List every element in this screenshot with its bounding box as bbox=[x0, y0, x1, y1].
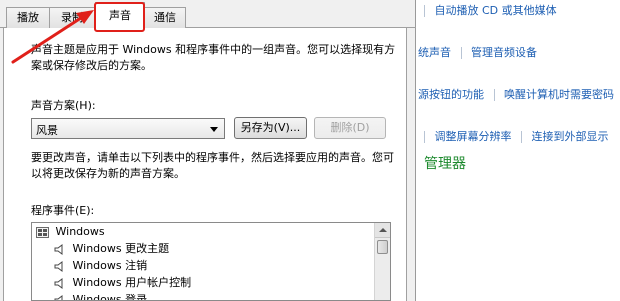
sound-dialog: 播放 录制 声音 通信 声音主题是应用于 Windows 和程序事件中的一组声音… bbox=[0, 0, 416, 301]
autoplay-link[interactable]: 自动播放 CD 或其他媒体 bbox=[435, 4, 557, 17]
list-item-label: Windows 注销 bbox=[72, 259, 148, 272]
sound-scheme-dropdown[interactable]: 风景 bbox=[31, 118, 225, 139]
scroll-up-icon[interactable] bbox=[375, 223, 390, 238]
separator bbox=[424, 5, 425, 17]
bg-line-sound: 统声音 管理音频设备 bbox=[418, 44, 537, 60]
bg-line-display: 调整屏幕分辨率 连接到外部显示 bbox=[418, 128, 609, 144]
tab-communications[interactable]: 通信 bbox=[144, 7, 186, 28]
list-scrollbar[interactable] bbox=[374, 223, 390, 300]
scheme-label: 声音方案(H): bbox=[31, 99, 96, 112]
annotation-arrow-icon bbox=[11, 10, 94, 64]
delete-button[interactable]: 删除(D) bbox=[314, 117, 386, 139]
screen-resolution-link[interactable]: 调整屏幕分辨率 bbox=[435, 130, 512, 143]
change-text-line2: 以将更改保存为新的声音方案。 bbox=[31, 167, 185, 180]
program-events-label: 程序事件(E): bbox=[31, 204, 95, 217]
speaker-icon bbox=[54, 243, 63, 255]
bg-line-power: 源按钮的功能 唤醒计算机时需要密码 bbox=[418, 86, 614, 102]
windows-group-icon bbox=[36, 226, 49, 238]
bg-line-autoplay: 自动播放 CD 或其他媒体 bbox=[418, 2, 557, 18]
list-item-label: Windows bbox=[55, 225, 105, 238]
list-item[interactable]: Windows 用户帐户控制 bbox=[54, 275, 191, 291]
power-button-link[interactable]: 源按钮的功能 bbox=[418, 88, 484, 101]
separator bbox=[493, 89, 495, 101]
chevron-down-icon bbox=[210, 127, 218, 132]
speaker-icon bbox=[54, 277, 63, 289]
sound-scheme-value: 风景 bbox=[36, 124, 58, 137]
list-item-group[interactable]: Windows bbox=[36, 224, 105, 240]
separator bbox=[521, 131, 522, 143]
system-sound-link[interactable]: 统声音 bbox=[418, 46, 451, 59]
list-item[interactable]: Windows 注销 bbox=[54, 258, 147, 274]
speaker-icon bbox=[54, 260, 63, 272]
list-item[interactable]: Windows 登录 bbox=[54, 292, 148, 301]
separator bbox=[460, 47, 462, 59]
save-as-button[interactable]: 另存为(V)... bbox=[234, 117, 307, 139]
list-item-label: Windows 更改主题 bbox=[72, 242, 170, 255]
external-display-link[interactable]: 连接到外部显示 bbox=[532, 130, 609, 143]
program-events-list[interactable]: Windows Windows 更改主题 Windows 注销 Windows … bbox=[31, 222, 391, 301]
manage-audio-devices-link[interactable]: 管理音频设备 bbox=[471, 46, 537, 59]
wake-password-link[interactable]: 唤醒计算机时需要密码 bbox=[504, 88, 614, 101]
scroll-thumb[interactable] bbox=[377, 240, 388, 254]
speaker-icon bbox=[54, 294, 63, 300]
list-item[interactable]: Windows 更改主题 bbox=[54, 241, 169, 257]
list-item-label: Windows 用户帐户控制 bbox=[72, 276, 192, 289]
device-manager-heading[interactable]: 管理器 bbox=[424, 153, 466, 173]
separator bbox=[424, 131, 425, 143]
change-text-line1: 要更改声音，请单击以下列表中的程序事件，然后选择要应用的声音。您可 bbox=[31, 151, 394, 164]
list-item-label: Windows 登录 bbox=[72, 293, 148, 301]
